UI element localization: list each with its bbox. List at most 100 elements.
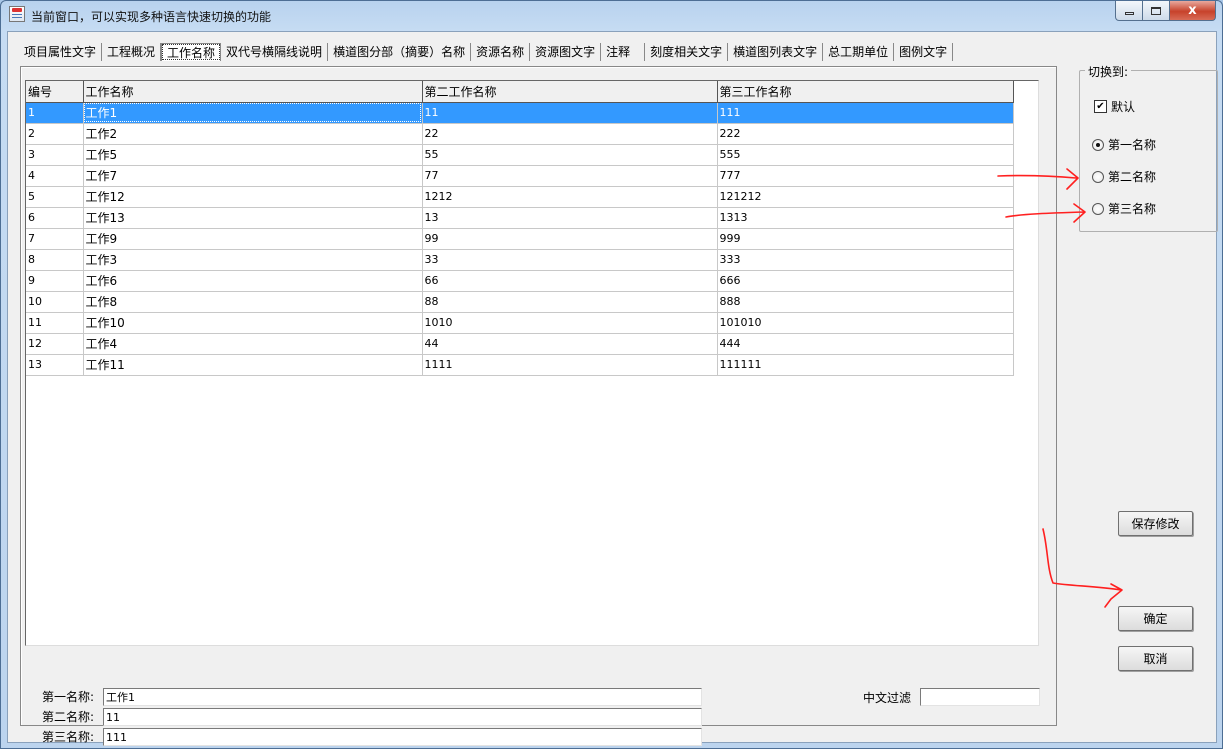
cancel-button[interactable]: 取消 xyxy=(1118,646,1193,671)
cell-id[interactable]: 1 xyxy=(26,102,84,124)
save-changes-button[interactable]: 保存修改 xyxy=(1118,511,1193,536)
cell-work-name[interactable]: 工作10 xyxy=(83,312,423,334)
cell-third-name[interactable]: 101010 xyxy=(717,312,1014,334)
cell-id[interactable]: 3 xyxy=(26,144,84,166)
cell-work-name[interactable]: 工作5 xyxy=(83,144,423,166)
cell-id[interactable]: 2 xyxy=(26,123,84,145)
cell-third-name[interactable]: 111 xyxy=(717,102,1014,124)
work-name-table: 编号 工作名称 第二工作名称 第三工作名称 1 工作1 11 111 2 工作2 22 222… xyxy=(26,81,1014,376)
table-row[interactable]: 4 工作7 77 777 xyxy=(26,165,1014,187)
cell-third-name[interactable]: 121212 xyxy=(717,186,1014,208)
cell-work-name[interactable]: 工作8 xyxy=(83,291,423,313)
cell-work-name[interactable]: 工作13 xyxy=(83,207,423,229)
cell-work-name[interactable]: 工作9 xyxy=(83,228,423,250)
cell-second-name[interactable]: 44 xyxy=(422,333,718,355)
close-button[interactable]: x xyxy=(1170,1,1216,21)
cell-second-name[interactable]: 66 xyxy=(422,270,718,292)
cell-id[interactable]: 7 xyxy=(26,228,84,250)
table-row[interactable]: 2 工作2 22 222 xyxy=(26,123,1014,145)
tab-gantt-list-text[interactable]: 横道图列表文字 xyxy=(728,43,824,61)
cell-third-name[interactable]: 111111 xyxy=(717,354,1014,376)
cell-third-name[interactable]: 888 xyxy=(717,291,1014,313)
cell-work-name[interactable]: 工作7 xyxy=(83,165,423,187)
cell-id[interactable]: 6 xyxy=(26,207,84,229)
cell-second-name[interactable]: 55 xyxy=(422,144,718,166)
cell-third-name[interactable]: 555 xyxy=(717,144,1014,166)
table-row[interactable]: 9 工作6 66 666 xyxy=(26,270,1014,292)
cell-id[interactable]: 11 xyxy=(26,312,84,334)
cell-id[interactable]: 10 xyxy=(26,291,84,313)
table-row[interactable]: 6 工作13 13 1313 xyxy=(26,207,1014,229)
column-header-id[interactable]: 编号 xyxy=(26,81,84,103)
chinese-filter-input[interactable] xyxy=(920,688,1040,706)
cell-third-name[interactable]: 444 xyxy=(717,333,1014,355)
maximize-button[interactable] xyxy=(1143,1,1170,21)
first-name-field[interactable]: 工作1 xyxy=(103,688,702,706)
cell-second-name[interactable]: 33 xyxy=(422,249,718,271)
tab-work-name[interactable]: 工作名称 xyxy=(161,43,222,61)
cell-third-name[interactable]: 222 xyxy=(717,123,1014,145)
cell-second-name[interactable]: 77 xyxy=(422,165,718,187)
tab-double-code-separator[interactable]: 双代号横隔线说明 xyxy=(221,43,329,61)
second-name-field[interactable]: 11 xyxy=(103,708,702,726)
cell-second-name[interactable]: 1010 xyxy=(422,312,718,334)
table-row[interactable]: 12 工作4 44 444 xyxy=(26,333,1014,355)
cell-third-name[interactable]: 1313 xyxy=(717,207,1014,229)
cell-work-name[interactable]: 工作12 xyxy=(83,186,423,208)
radio-second-name[interactable]: 第二名称 xyxy=(1092,168,1156,185)
tab-project-overview[interactable]: 工程概况 xyxy=(102,43,162,61)
tab-total-duration-unit[interactable]: 总工期单位 xyxy=(823,43,895,61)
cell-third-name[interactable]: 666 xyxy=(717,270,1014,292)
cell-id[interactable]: 13 xyxy=(26,354,84,376)
cell-work-name[interactable]: 工作4 xyxy=(83,333,423,355)
cell-third-name[interactable]: 333 xyxy=(717,249,1014,271)
tab-project-attribute-text[interactable]: 项目属性文字 xyxy=(20,43,103,61)
main-window: 当前窗口，可以实现多种语言快速切换的功能 x 项目属性文字 工程概况 工作名称 … xyxy=(0,0,1223,749)
cell-second-name[interactable]: 13 xyxy=(422,207,718,229)
cell-id[interactable]: 12 xyxy=(26,333,84,355)
cell-second-name[interactable]: 1212 xyxy=(422,186,718,208)
column-header-third-name[interactable]: 第三工作名称 xyxy=(717,81,1014,103)
cell-work-name[interactable]: 工作2 xyxy=(83,123,423,145)
cell-second-name[interactable]: 99 xyxy=(422,228,718,250)
tab-legend-text[interactable]: 图例文字 xyxy=(894,43,954,61)
table-row[interactable]: 5 工作12 1212 121212 xyxy=(26,186,1014,208)
radio-third-name[interactable]: 第三名称 xyxy=(1092,200,1156,217)
tab-resource-name[interactable]: 资源名称 xyxy=(471,43,531,61)
cell-second-name[interactable]: 11 xyxy=(422,102,718,124)
cell-third-name[interactable]: 999 xyxy=(717,228,1014,250)
column-header-second-name[interactable]: 第二工作名称 xyxy=(422,81,718,103)
title-bar[interactable]: 当前窗口，可以实现多种语言快速切换的功能 x xyxy=(1,1,1222,31)
cell-id[interactable]: 5 xyxy=(26,186,84,208)
table-row[interactable]: 1 工作1 11 111 xyxy=(26,102,1014,124)
table-row[interactable]: 8 工作3 33 333 xyxy=(26,249,1014,271)
cell-id[interactable]: 8 xyxy=(26,249,84,271)
cell-id[interactable]: 9 xyxy=(26,270,84,292)
work-name-grid[interactable]: 编号 工作名称 第二工作名称 第三工作名称 1 工作1 11 111 2 工作2 22 222… xyxy=(25,80,1039,646)
tab-resource-chart-text[interactable]: 资源图文字 xyxy=(530,43,602,61)
radio-first-name[interactable]: 第一名称 xyxy=(1092,136,1156,153)
cell-second-name[interactable]: 1111 xyxy=(422,354,718,376)
default-checkbox[interactable]: ✔ 默认 xyxy=(1094,98,1135,115)
ok-button[interactable]: 确定 xyxy=(1118,606,1193,631)
cell-work-name[interactable]: 工作6 xyxy=(83,270,423,292)
table-row[interactable]: 10 工作8 88 888 xyxy=(26,291,1014,313)
cell-work-name[interactable]: 工作3 xyxy=(83,249,423,271)
cell-third-name[interactable]: 777 xyxy=(717,165,1014,187)
minimize-button[interactable] xyxy=(1115,1,1143,21)
tab-notes[interactable]: 注释 xyxy=(601,43,646,61)
column-header-work-name[interactable]: 工作名称 xyxy=(83,81,423,103)
cell-second-name[interactable]: 88 xyxy=(422,291,718,313)
table-row[interactable]: 13 工作11 1111 111111 xyxy=(26,354,1014,376)
table-row[interactable]: 7 工作9 99 999 xyxy=(26,228,1014,250)
tab-gantt-summary-name[interactable]: 横道图分部（摘要）名称 xyxy=(328,43,472,61)
table-row[interactable]: 11 工作10 1010 101010 xyxy=(26,312,1014,334)
tab-scale-text[interactable]: 刻度相关文字 xyxy=(645,43,729,61)
cell-work-name[interactable]: 工作1 xyxy=(83,102,423,124)
table-row[interactable]: 3 工作5 55 555 xyxy=(26,144,1014,166)
app-icon xyxy=(9,6,25,22)
cell-work-name[interactable]: 工作11 xyxy=(83,354,423,376)
cell-id[interactable]: 4 xyxy=(26,165,84,187)
third-name-field[interactable]: 111 xyxy=(103,728,702,746)
cell-second-name[interactable]: 22 xyxy=(422,123,718,145)
